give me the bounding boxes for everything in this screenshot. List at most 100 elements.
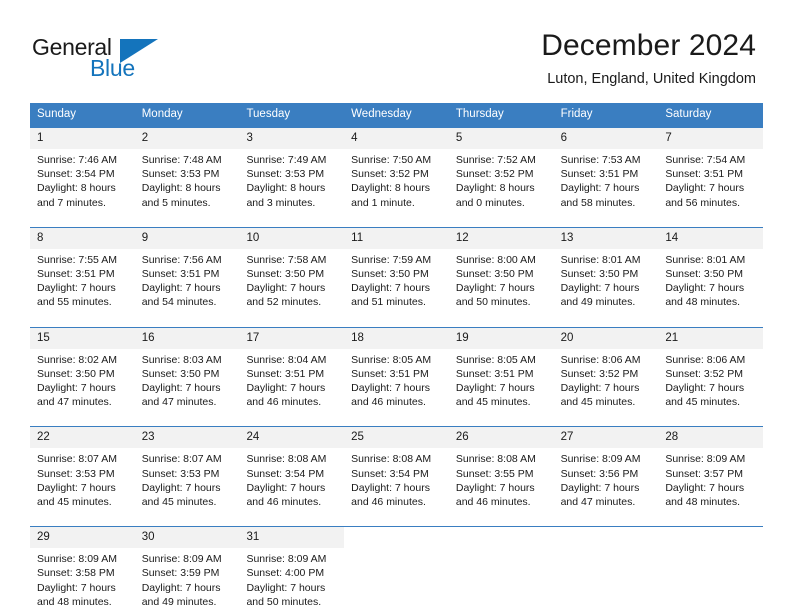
daylight-text-line1: Daylight: 7 hours <box>246 382 326 395</box>
daylight-text-line1: Daylight: 8 hours <box>351 182 430 195</box>
daylight-text-line1: Daylight: 7 hours <box>37 481 116 494</box>
day-number: 4 <box>344 128 449 149</box>
daylight-text-line2: and 46 minutes. <box>246 396 322 409</box>
day-cell[interactable]: 4 Sunrise: 7:50 AM Sunset: 3:52 PM Daylight… <box>344 128 449 218</box>
day-cell[interactable]: 23 Sunrise: 8:07 AM Sunset: 3:53 PM Dayligh… <box>134 427 240 518</box>
weeks-container: 1 Sunrise: 7:46 AM Sunset: 3:54 PM Daylight… <box>30 127 764 612</box>
day-cell[interactable]: 6 Sunrise: 7:53 AM Sunset: 3:51 PM Daylight… <box>553 128 659 218</box>
daylight-text-line2: and 49 minutes. <box>141 595 217 608</box>
daylight-text-line2: and 46 minutes. <box>455 496 531 509</box>
day-details: Sunrise: 8:01 AM Sunset: 3:50 PM Daylight:… <box>554 249 659 318</box>
day-cell[interactable]: 9 Sunrise: 7:56 AM Sunset: 3:51 PM Daylight… <box>134 227 240 318</box>
day-cell[interactable]: 8 Sunrise: 7:55 AM Sunset: 3:51 PM Daylight… <box>30 227 135 318</box>
sunrise-text: Sunrise: 7:55 AM <box>37 253 117 266</box>
day-details: Sunrise: 8:07 AM Sunset: 3:53 PM Daylight:… <box>135 448 240 517</box>
day-cell[interactable]: 1 Sunrise: 7:46 AM Sunset: 3:54 PM Daylight… <box>30 128 135 218</box>
sunrise-text: Sunrise: 8:02 AM <box>37 353 117 366</box>
day-cell[interactable]: 16 Sunrise: 8:03 AM Sunset: 3:50 PM Dayligh… <box>134 327 240 418</box>
sunset-text: Sunset: 3:50 PM <box>246 268 325 281</box>
daylight-text-line2: and 58 minutes. <box>560 196 636 209</box>
daylight-text-line2: and 1 minute. <box>351 196 415 209</box>
day-details <box>658 548 763 560</box>
day-number: 29 <box>30 527 135 549</box>
day-cell[interactable]: 21 Sunrise: 8:06 AM Sunset: 3:52 PM Dayligh… <box>658 327 764 418</box>
general-blue-logo[interactable]: General Blue <box>32 34 202 86</box>
day-cell[interactable]: 29 Sunrise: 8:09 AM Sunset: 3:58 PM Dayligh… <box>30 527 135 612</box>
sunrise-text: Sunrise: 8:00 AM <box>455 253 536 266</box>
title-block: December 2024 Luton, England, United Kin… <box>541 28 756 90</box>
day-details: Sunrise: 8:09 AM Sunset: 4:00 PM Daylight:… <box>239 548 344 612</box>
day-cell[interactable]: 28 Sunrise: 8:09 AM Sunset: 3:57 PM Dayligh… <box>658 427 764 518</box>
daylight-text-line2: and 50 minutes. <box>246 595 322 608</box>
sunset-text: Sunset: 3:50 PM <box>141 367 220 380</box>
day-cell[interactable]: 27 Sunrise: 8:09 AM Sunset: 3:56 PM Dayligh… <box>553 427 659 518</box>
day-cell-empty <box>553 527 659 612</box>
day-cell[interactable]: 18 Sunrise: 8:05 AM Sunset: 3:51 PM Dayligh… <box>344 327 449 418</box>
sunset-text: Sunset: 3:51 PM <box>665 168 743 181</box>
daylight-text-line2: and 48 minutes. <box>37 595 112 608</box>
day-cell[interactable]: 15 Sunrise: 8:02 AM Sunset: 3:50 PM Dayligh… <box>30 327 135 418</box>
day-cell[interactable]: 19 Sunrise: 8:05 AM Sunset: 3:51 PM Dayligh… <box>448 327 554 418</box>
day-cell[interactable]: 13 Sunrise: 8:01 AM Sunset: 3:50 PM Dayligh… <box>553 227 659 318</box>
sunrise-text: Sunrise: 8:08 AM <box>455 453 536 466</box>
day-cell[interactable]: 11 Sunrise: 7:59 AM Sunset: 3:50 PM Dayligh… <box>344 227 449 318</box>
day-number: 23 <box>134 427 240 449</box>
day-cell[interactable]: 26 Sunrise: 8:08 AM Sunset: 3:55 PM Dayligh… <box>448 427 554 518</box>
day-cell[interactable]: 20 Sunrise: 8:06 AM Sunset: 3:52 PM Dayligh… <box>553 327 659 418</box>
sunrise-text: Sunrise: 8:09 AM <box>37 553 117 566</box>
day-number <box>448 527 554 549</box>
day-number: 25 <box>344 427 449 449</box>
daylight-text-line2: and 51 minutes. <box>351 296 426 309</box>
day-cell[interactable]: 22 Sunrise: 8:07 AM Sunset: 3:53 PM Dayligh… <box>30 427 135 518</box>
sunrise-text: Sunrise: 8:05 AM <box>351 353 432 366</box>
day-cell-empty <box>448 527 554 612</box>
day-cell[interactable]: 7 Sunrise: 7:54 AM Sunset: 3:51 PM Daylight… <box>658 128 764 218</box>
day-number: 21 <box>658 327 764 349</box>
day-cell[interactable]: 3 Sunrise: 7:49 AM Sunset: 3:53 PM Daylight… <box>239 128 345 218</box>
day-cell[interactable]: 10 Sunrise: 7:58 AM Sunset: 3:50 PM Dayligh… <box>239 227 345 318</box>
daylight-text-line1: Daylight: 7 hours <box>141 382 221 395</box>
daylight-text-line2: and 56 minutes. <box>665 196 741 209</box>
daylight-text-line1: Daylight: 7 hours <box>560 282 640 295</box>
day-cell[interactable]: 14 Sunrise: 8:01 AM Sunset: 3:50 PM Dayligh… <box>658 227 764 318</box>
day-cell[interactable]: 30 Sunrise: 8:09 AM Sunset: 3:59 PM Dayligh… <box>134 527 240 612</box>
day-cell[interactable]: 17 Sunrise: 8:04 AM Sunset: 3:51 PM Dayligh… <box>239 327 345 418</box>
day-number: 17 <box>239 327 345 349</box>
sunset-text: Sunset: 3:53 PM <box>246 168 325 181</box>
day-cell[interactable]: 5 Sunrise: 7:52 AM Sunset: 3:52 PM Daylight… <box>448 128 554 218</box>
weekday-header-row: Sunday Monday Tuesday Wednesday Thursday… <box>30 103 763 127</box>
week-row: 8 Sunrise: 7:55 AM Sunset: 3:51 PM Daylight… <box>30 226 764 318</box>
day-number: 19 <box>448 327 554 349</box>
day-details: Sunrise: 7:59 AM Sunset: 3:50 PM Daylight:… <box>344 249 449 318</box>
day-details: Sunrise: 7:48 AM Sunset: 3:53 PM Daylight:… <box>135 149 240 218</box>
day-details: Sunrise: 7:55 AM Sunset: 3:51 PM Daylight:… <box>30 249 135 318</box>
sunrise-text: Sunrise: 8:06 AM <box>665 353 746 366</box>
daylight-text-line2: and 45 minutes. <box>560 396 636 409</box>
day-details <box>344 548 449 560</box>
day-number: 1 <box>30 128 135 149</box>
sunset-text: Sunset: 3:51 PM <box>455 367 534 380</box>
sunset-text: Sunset: 3:51 PM <box>37 268 115 281</box>
day-cell[interactable]: 2 Sunrise: 7:48 AM Sunset: 3:53 PM Daylight… <box>134 128 240 218</box>
sunrise-text: Sunrise: 7:48 AM <box>141 154 222 166</box>
daylight-text-line1: Daylight: 7 hours <box>37 581 116 594</box>
day-cell[interactable]: 31 Sunrise: 8:09 AM Sunset: 4:00 PM Dayligh… <box>239 527 345 612</box>
week-row: 22 Sunrise: 8:07 AM Sunset: 3:53 PM Dayligh… <box>30 426 764 518</box>
sunrise-text: Sunrise: 7:54 AM <box>665 154 746 166</box>
page-subtitle: Luton, England, United Kingdom <box>547 71 756 87</box>
logo-text-blue: Blue <box>90 55 135 81</box>
day-cell[interactable]: 25 Sunrise: 8:08 AM Sunset: 3:54 PM Dayligh… <box>344 427 449 518</box>
sunset-text: Sunset: 3:51 PM <box>246 367 325 380</box>
sunrise-text: Sunrise: 8:04 AM <box>246 353 327 366</box>
day-number: 22 <box>30 427 135 449</box>
sunset-text: Sunset: 3:52 PM <box>351 168 429 181</box>
sunrise-text: Sunrise: 7:59 AM <box>351 253 432 266</box>
day-cell[interactable]: 24 Sunrise: 8:08 AM Sunset: 3:54 PM Dayligh… <box>239 427 345 518</box>
daylight-text-line1: Daylight: 7 hours <box>455 282 535 295</box>
calendar-page: General Blue December 2024 Luton, Englan… <box>0 0 792 612</box>
day-cell[interactable]: 12 Sunrise: 8:00 AM Sunset: 3:50 PM Dayligh… <box>448 227 554 318</box>
day-number <box>553 527 659 549</box>
daylight-text-line1: Daylight: 7 hours <box>665 182 745 195</box>
daylight-text-line1: Daylight: 7 hours <box>246 481 326 494</box>
day-details: Sunrise: 8:08 AM Sunset: 3:55 PM Daylight:… <box>449 448 554 517</box>
